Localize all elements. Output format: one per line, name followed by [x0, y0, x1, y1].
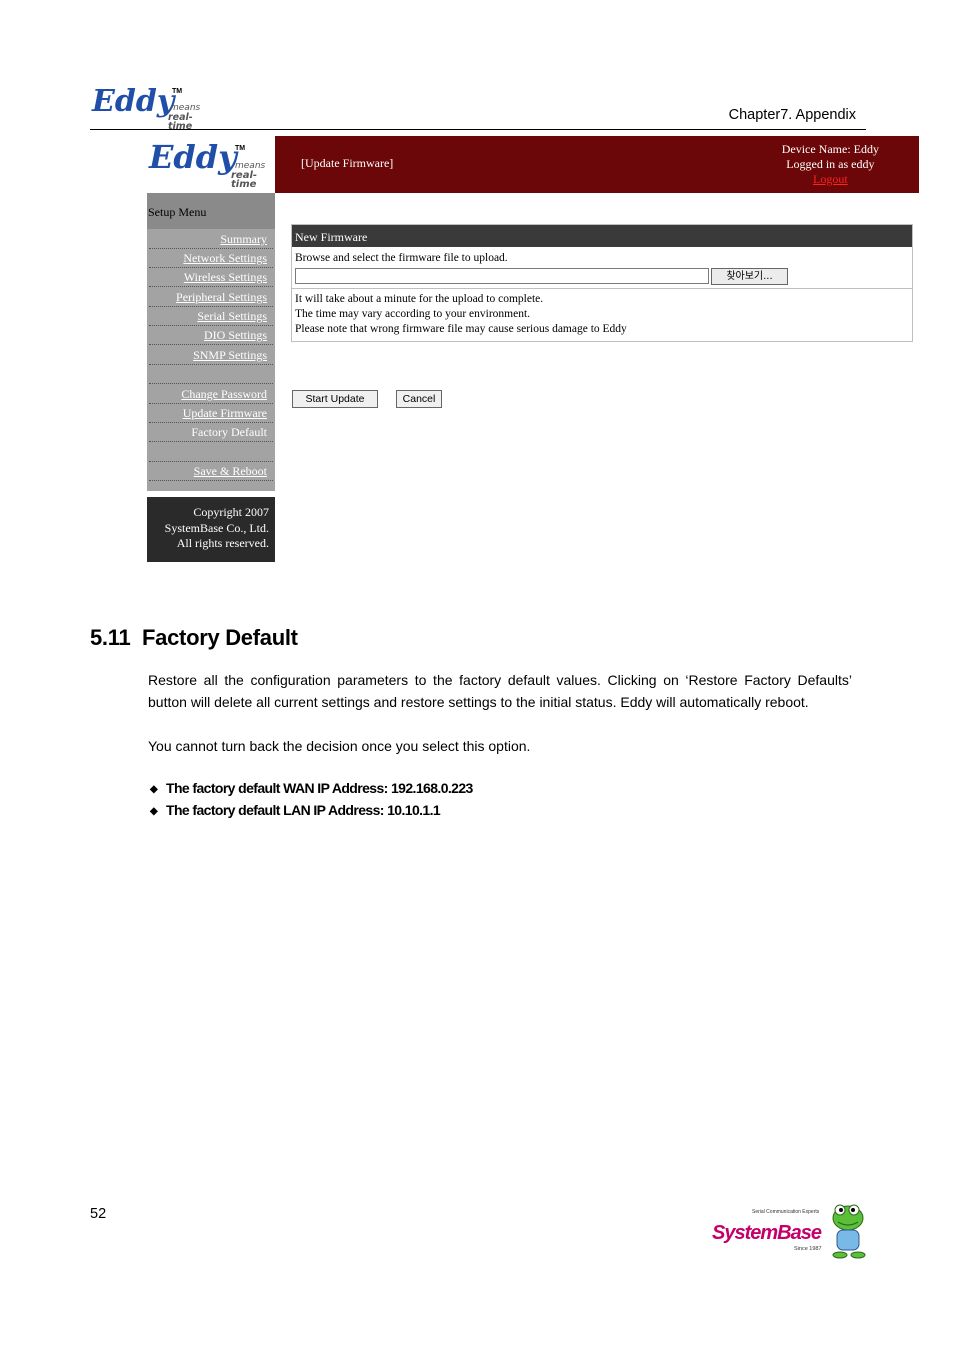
- web-logo-text: Eddy: [149, 138, 237, 176]
- sidebar-item-label: Update Firmware: [182, 406, 267, 420]
- device-name: Device Name: Eddy: [781, 142, 879, 156]
- frog-mascot-icon: [832, 1204, 866, 1259]
- sidebar-item-snmp-settings[interactable]: SNMP Settings: [149, 345, 273, 365]
- sidebar-copyright: Copyright 2007 SystemBase Co., Ltd. All …: [147, 497, 275, 562]
- bullet-text: The factory default LAN IP Address: 10.1…: [166, 802, 441, 818]
- section-title: 5.11 Factory Default: [90, 625, 298, 650]
- sidebar-item-change-password[interactable]: Change Password: [149, 384, 273, 404]
- bullet-item: ◆ The factory default LAN IP Address: 10.…: [150, 802, 441, 818]
- sidebar-item-label: Peripheral Settings: [176, 290, 267, 304]
- upload-note: The time may vary according to your envi…: [295, 308, 531, 320]
- page-title: [Update Firmware]: [301, 156, 394, 170]
- brand-tagline: Serial Communication Experts: [752, 1209, 820, 1215]
- systembase-logo: Serial Communication Experts SystemBase …: [712, 1200, 868, 1262]
- sidebar-item-label: Change Password: [181, 387, 267, 401]
- setup-menu-heading: Setup Menu: [147, 193, 275, 229]
- diamond-bullet-icon: ◆: [150, 784, 158, 795]
- firmware-file-input[interactable]: [295, 268, 709, 284]
- logged-in-user: Logged in as eddy: [786, 157, 875, 171]
- sidebar-item-serial-settings[interactable]: Serial Settings: [149, 306, 273, 326]
- sidebar-item-dio-settings[interactable]: DIO Settings: [149, 325, 273, 345]
- web-eddy-logo: Eddy TM means real-time: [147, 136, 275, 193]
- upload-instruction: Browse and select the firmware file to u…: [295, 252, 508, 264]
- copyright-line: Copyright 2007: [193, 505, 269, 519]
- sidebar-item-label: Network Settings: [183, 251, 267, 265]
- brand-since: Since 1987: [794, 1246, 822, 1252]
- bullet-item: ◆ The factory default WAN IP Address: 192…: [150, 780, 473, 796]
- eddy-logo: Eddy TM means real-time: [92, 84, 212, 131]
- banner-bar: [Update Firmware] Device Name: Eddy Logg…: [275, 136, 919, 193]
- sidebar-item-label: Factory Default: [191, 425, 267, 439]
- chapter-heading: Chapter7. Appendix: [728, 107, 856, 123]
- web-banner: Eddy TM means real-time [Update Firmware…: [147, 136, 919, 193]
- sidebar-item-label: Serial Settings: [197, 309, 267, 323]
- setup-sidebar: Setup Menu Summary Network Settings Wire…: [147, 193, 275, 562]
- sidebar-spacer: [149, 442, 273, 462]
- brand-name: SystemBase: [712, 1222, 822, 1244]
- panel-divider: [292, 288, 912, 289]
- upload-note: Please note that wrong firmware file may…: [295, 323, 627, 335]
- new-firmware-heading-label: New Firmware: [295, 230, 368, 244]
- sidebar-spacer: [149, 364, 273, 384]
- new-firmware-heading: New Firmware: [292, 225, 912, 247]
- copyright-line: SystemBase Co., Ltd.: [164, 520, 269, 535]
- browse-button[interactable]: 찾아보기...: [711, 268, 788, 285]
- update-firmware-screenshot: Eddy TM means real-time [Update Firmware…: [147, 136, 919, 562]
- sidebar-item-label: Wireless Settings: [183, 270, 267, 284]
- sidebar-item-label: Summary: [220, 232, 267, 246]
- sidebar-item-wireless-settings[interactable]: Wireless Settings: [149, 267, 273, 287]
- sidebar-item-label: Save & Reboot: [193, 464, 267, 478]
- start-update-button[interactable]: Start Update: [292, 390, 378, 408]
- sidebar-item-label: DIO Settings: [204, 328, 267, 342]
- sidebar-item-save-reboot[interactable]: Save & Reboot: [149, 461, 273, 481]
- copyright-line: All rights reserved.: [176, 536, 269, 550]
- sidebar-item-label: SNMP Settings: [193, 348, 267, 362]
- upload-note: It will take about a minute for the uplo…: [295, 293, 544, 305]
- diamond-bullet-icon: ◆: [150, 806, 158, 817]
- bullet-text: The factory default WAN IP Address: 192.…: [166, 780, 473, 796]
- section-paragraph: You cannot turn back the decision once y…: [148, 738, 531, 754]
- logout-link[interactable]: Logout: [782, 172, 879, 187]
- sidebar-item-summary[interactable]: Summary: [149, 229, 273, 249]
- sidebar-item-factory-default[interactable]: Factory Default: [149, 422, 273, 442]
- page-number: 52: [90, 1206, 107, 1222]
- web-logo-realtime: real-time: [231, 170, 258, 190]
- sidebar-item-update-firmware[interactable]: Update Firmware: [149, 403, 273, 423]
- web-logo-tm: TM: [235, 145, 246, 152]
- cancel-button[interactable]: Cancel: [396, 390, 442, 408]
- setup-menu: Setup Menu Summary Network Settings Wire…: [147, 193, 275, 491]
- sidebar-item-network-settings[interactable]: Network Settings: [149, 248, 273, 268]
- header-rule: [90, 129, 866, 130]
- section-paragraph: Restore all the configuration parameters…: [148, 672, 852, 710]
- logo-text: Eddy: [92, 84, 175, 119]
- setup-menu-label: Setup Menu: [148, 205, 207, 219]
- new-firmware-panel: New Firmware Browse and select the firmw…: [291, 224, 913, 342]
- device-info: Device Name: Eddy Logged in as eddy Logo…: [782, 142, 879, 187]
- sidebar-item-peripheral-settings[interactable]: Peripheral Settings: [149, 287, 273, 307]
- logo-tm: TM: [172, 88, 183, 95]
